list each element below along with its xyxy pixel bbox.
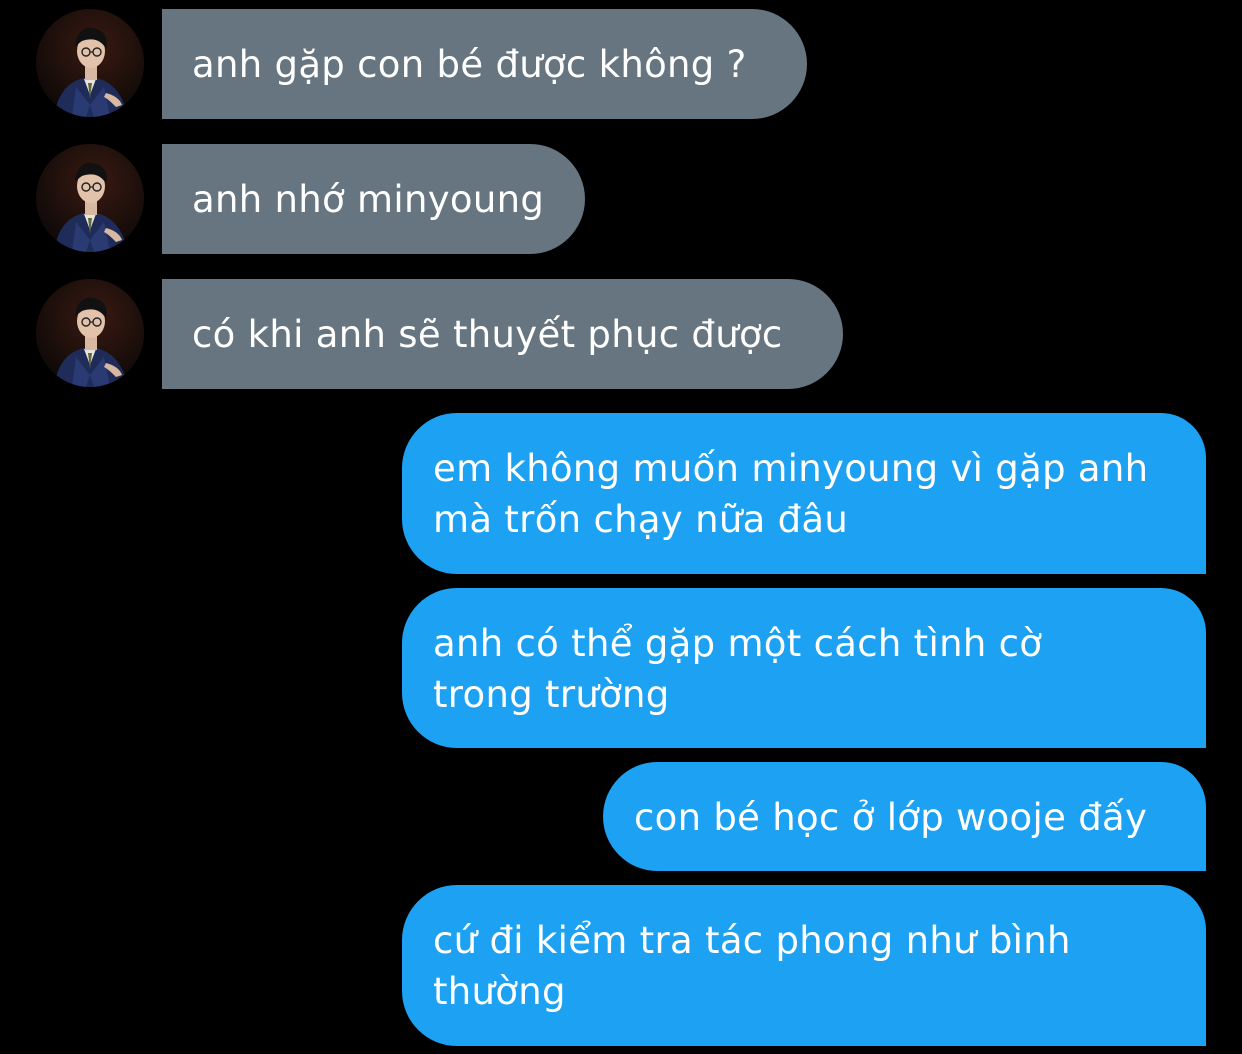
- message-text-line: anh có thể gặp một cách tình cờ: [433, 622, 1043, 665]
- message-text-line: cứ đi kiểm tra tác phong như bình: [433, 919, 1071, 962]
- incoming-message-bubble[interactable]: anh gặp con bé được không ?: [162, 9, 807, 119]
- outgoing-message-bubble[interactable]: anh có thể gặp một cách tình cờ trong tr…: [402, 588, 1206, 748]
- outgoing-message-bubble[interactable]: con bé học ở lớp wooje đấy: [603, 762, 1206, 871]
- incoming-message-bubble[interactable]: anh nhớ minyoung: [162, 144, 585, 254]
- message-text: anh nhớ minyoung: [192, 178, 545, 221]
- message-text: có khi anh sẽ thuyết phục được: [192, 313, 783, 356]
- message-text-line: thường: [433, 970, 566, 1013]
- incoming-message-bubble[interactable]: có khi anh sẽ thuyết phục được: [162, 279, 843, 389]
- message-text: anh gặp con bé được không ?: [192, 43, 747, 86]
- avatar-icon: [36, 279, 144, 387]
- contact-avatar[interactable]: [36, 9, 144, 117]
- avatar-icon: [36, 144, 144, 252]
- message-text-line: mà trốn chạy nữa đâu: [433, 498, 849, 541]
- message-text-line: trong trường: [433, 673, 670, 716]
- contact-avatar[interactable]: [36, 144, 144, 252]
- avatar-icon: [36, 9, 144, 117]
- outgoing-message-bubble[interactable]: cứ đi kiểm tra tác phong như bình thường: [402, 885, 1206, 1046]
- message-text-line: em không muốn minyoung vì gặp anh: [433, 447, 1149, 490]
- contact-avatar[interactable]: [36, 279, 144, 387]
- outgoing-message-bubble[interactable]: em không muốn minyoung vì gặp anh mà trố…: [402, 413, 1206, 574]
- message-text-line: con bé học ở lớp wooje đấy: [634, 796, 1148, 839]
